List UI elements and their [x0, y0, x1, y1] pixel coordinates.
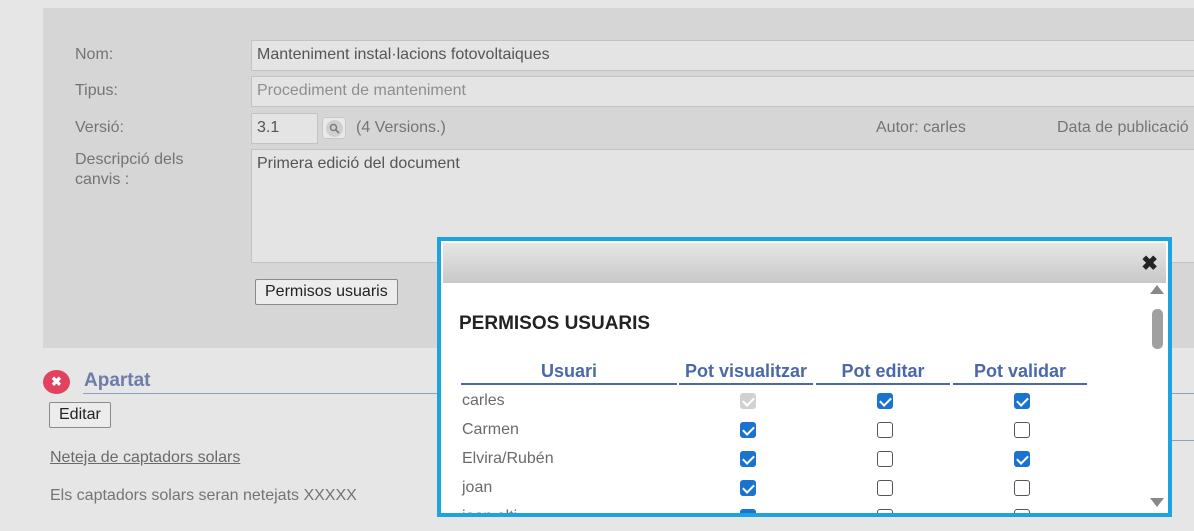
- checkbox-validate[interactable]: [1014, 393, 1030, 409]
- permissions-button[interactable]: Permisos usuaris: [255, 279, 398, 305]
- edit-button[interactable]: Editar: [49, 402, 111, 428]
- modal-title: PERMISOS USUARIS: [459, 313, 651, 334]
- author-text: Autor: carles: [876, 119, 966, 136]
- user-name: Carmen: [462, 421, 519, 438]
- scroll-up-arrow[interactable]: [1150, 285, 1164, 294]
- user-name: Elvira/Rubén: [462, 450, 554, 467]
- section-divider-right: [1172, 393, 1194, 394]
- section-divider: [83, 393, 443, 394]
- checkbox-view[interactable]: [740, 451, 756, 467]
- column-header-view: Pot visualitzar: [679, 359, 813, 385]
- checkbox-edit[interactable]: [877, 393, 893, 409]
- section-body-text: Els captadors solars seran netejats XXXX…: [50, 487, 357, 504]
- checkbox-validate[interactable]: [1014, 422, 1030, 438]
- version-label: Versió:: [75, 119, 124, 136]
- permissions-modal: ✖ PERMISOS USUARIS Usuari Pot visualitza…: [437, 237, 1172, 517]
- search-versions-button[interactable]: [322, 117, 346, 139]
- type-field[interactable]: Procediment de manteniment: [251, 76, 1194, 107]
- checkbox-edit[interactable]: [877, 480, 893, 496]
- checkbox-view[interactable]: [740, 509, 756, 513]
- scrollbar-thumb[interactable]: [1152, 309, 1163, 349]
- checkbox-edit[interactable]: [877, 509, 893, 513]
- changes-label: Descripció dels canvis :: [75, 151, 184, 188]
- checkbox-validate[interactable]: [1014, 451, 1030, 467]
- type-label: Tipus:: [75, 82, 118, 99]
- user-name: carles: [462, 392, 505, 409]
- checkbox-validate[interactable]: [1014, 509, 1030, 513]
- checkbox-edit[interactable]: [877, 422, 893, 438]
- scroll-down-arrow[interactable]: [1150, 498, 1164, 507]
- magnifier-icon: [325, 119, 343, 137]
- close-icon[interactable]: ✖: [1141, 254, 1158, 274]
- user-name: joan: [462, 479, 493, 496]
- modal-titlebar: ✖: [443, 243, 1166, 283]
- section-title: Apartat: [84, 370, 151, 391]
- delete-icon[interactable]: ✖: [43, 370, 70, 394]
- version-field[interactable]: 3.1: [251, 113, 318, 144]
- name-field[interactable]: Manteniment instal·lacions fotovoltaique…: [251, 40, 1194, 71]
- checkbox-view[interactable]: [740, 422, 756, 438]
- user-name: joan alti: [462, 508, 518, 517]
- publication-date-label: Data de publicació: [1057, 119, 1189, 136]
- checkbox-view: [740, 393, 756, 409]
- column-header-validate: Pot validar: [953, 359, 1087, 385]
- section-link[interactable]: Neteja de captadors solars: [50, 448, 240, 468]
- column-header-user: Usuari: [461, 359, 677, 385]
- checkbox-edit[interactable]: [877, 451, 893, 467]
- versions-count: (4 Versions.): [356, 119, 446, 136]
- column-header-edit: Pot editar: [816, 359, 950, 385]
- name-label: Nom:: [75, 46, 114, 63]
- checkbox-view[interactable]: [740, 480, 756, 496]
- content-divider-right: [1172, 440, 1194, 441]
- checkbox-validate[interactable]: [1014, 480, 1030, 496]
